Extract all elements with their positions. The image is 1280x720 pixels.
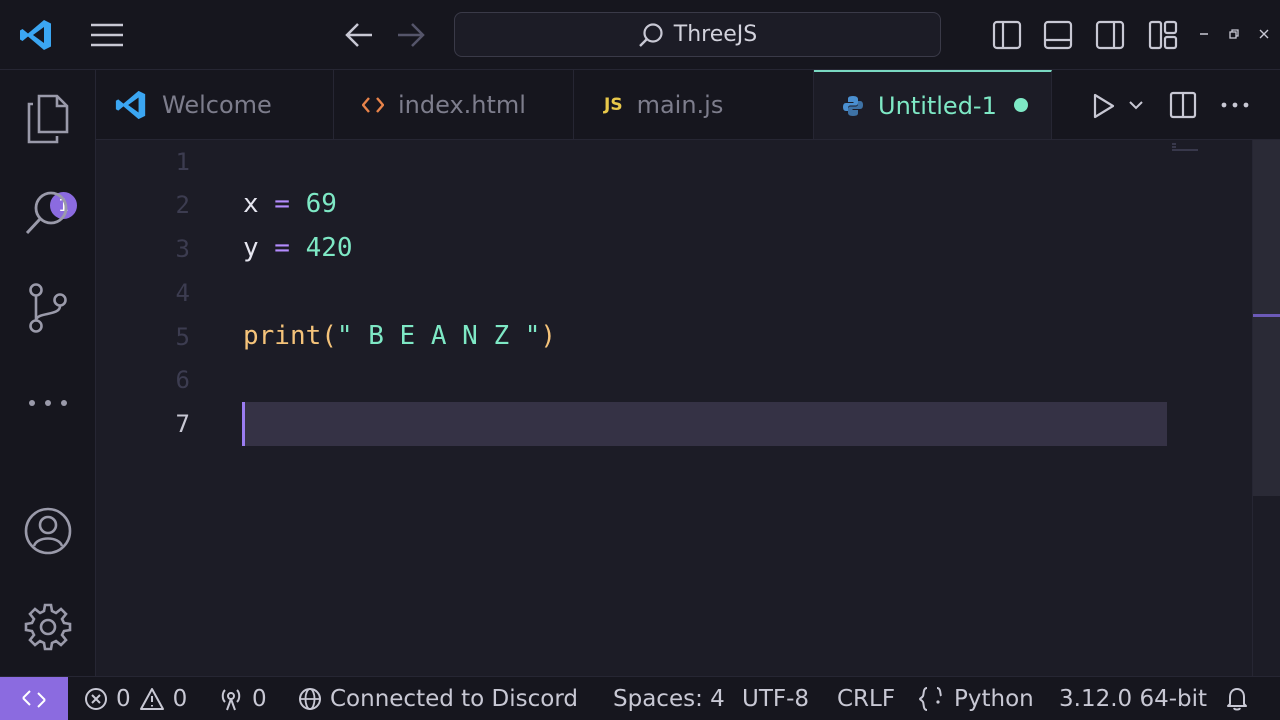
tab-label: Welcome [162, 90, 272, 119]
customize-layout-icon[interactable] [1148, 20, 1178, 50]
discord-status[interactable]: Connected to Discord [298, 677, 578, 720]
status-bar: 0 0 0 Connected to Discord Spaces: 4 UTF… [0, 676, 1280, 720]
current-line-highlight [242, 402, 1167, 446]
search-icon [638, 22, 664, 48]
line-number: 4 [175, 279, 190, 307]
vscode-logo-icon [114, 88, 148, 122]
notifications-bell-icon[interactable] [1225, 677, 1249, 720]
more-icon[interactable] [0, 398, 96, 408]
variable-y: y [243, 233, 259, 263]
unsaved-dot-icon[interactable] [1014, 98, 1028, 112]
python-interpreter[interactable]: 3.12.0 64-bit [1059, 677, 1207, 720]
ports-count: 0 [252, 686, 267, 712]
restore-icon[interactable] [1229, 29, 1239, 39]
problems-indicator[interactable]: 0 0 [84, 677, 187, 720]
line-number: 5 [175, 323, 190, 351]
code-editor[interactable]: 1 2 3 4 5 6 7 x = 69 y = 420 print(" B E… [96, 140, 1252, 676]
tab-label: index.html [398, 90, 526, 119]
run-icon[interactable] [1092, 93, 1116, 119]
forward-arrow-icon[interactable] [397, 22, 425, 48]
source-control-icon[interactable] [0, 282, 96, 334]
text-cursor [242, 402, 245, 446]
toggle-primary-sidebar-icon[interactable] [992, 20, 1022, 50]
scrollbar-thumb[interactable] [1253, 140, 1280, 496]
split-editor-icon[interactable] [1169, 91, 1197, 119]
back-arrow-icon[interactable] [345, 22, 373, 48]
tab-welcome[interactable]: Welcome [96, 70, 334, 139]
tab-main-js[interactable]: JS main.js [574, 70, 814, 139]
remote-indicator[interactable] [0, 677, 68, 720]
vscode-logo-icon[interactable] [18, 17, 54, 53]
tab-bar: Welcome index.html JS main.js Untitled-1 [96, 70, 1280, 140]
code-line-3[interactable]: y = 420 [243, 233, 353, 263]
close-icon[interactable] [1259, 29, 1269, 39]
number-literal: 420 [305, 233, 353, 263]
title-bar: ThreeJS [0, 0, 1280, 70]
warning-icon [139, 687, 165, 711]
error-icon [84, 687, 108, 711]
explorer-icon[interactable] [0, 94, 96, 144]
code-brackets-icon [362, 96, 384, 114]
command-center-search[interactable]: ThreeJS [454, 12, 941, 57]
search-icon[interactable] [0, 188, 96, 238]
activity-bar: 1 [0, 70, 96, 676]
closing-paren: ) [540, 321, 557, 351]
tab-label: Untitled-1 [878, 91, 997, 120]
function-call: print( [243, 321, 337, 351]
remote-icon [21, 688, 47, 710]
line-number: 6 [175, 366, 190, 394]
globe-icon [298, 687, 322, 711]
code-line-5[interactable]: print(" B E A N Z ") [243, 321, 556, 351]
toggle-secondary-sidebar-icon[interactable] [1095, 20, 1125, 50]
chevron-down-icon[interactable] [1128, 100, 1144, 110]
string-literal: " B E A N Z " [336, 321, 541, 351]
eol-status[interactable]: CRLF [837, 677, 895, 720]
line-number: 3 [175, 235, 190, 263]
language-label: Python [954, 686, 1034, 712]
error-count: 0 [116, 686, 131, 712]
minimap[interactable] [1172, 142, 1200, 152]
code-line-2[interactable]: x = 69 [243, 189, 337, 219]
braces-icon [918, 686, 946, 712]
warning-count: 0 [172, 686, 188, 712]
encoding-status[interactable]: UTF-8 [742, 677, 809, 720]
line-number-current: 7 [175, 410, 190, 438]
tab-label: main.js [636, 90, 724, 119]
line-number: 2 [175, 191, 190, 219]
python-file-icon [842, 95, 864, 117]
menu-icon[interactable] [90, 23, 124, 47]
search-text: ThreeJS [673, 22, 758, 47]
ports-indicator[interactable]: 0 [218, 677, 267, 720]
operator: = [258, 189, 306, 219]
operator: = [258, 233, 306, 263]
variable-x: x [243, 189, 259, 219]
js-file-icon: JS [604, 94, 623, 115]
scrollbar-cursor-marker [1253, 314, 1280, 317]
tab-index-html[interactable]: index.html [334, 70, 574, 139]
settings-gear-icon[interactable] [0, 602, 96, 652]
account-icon[interactable] [0, 506, 96, 556]
discord-status-text: Connected to Discord [330, 686, 579, 712]
language-mode[interactable]: Python [918, 677, 1034, 720]
minimize-icon[interactable] [1199, 31, 1209, 37]
line-number: 1 [175, 148, 190, 176]
broadcast-icon [218, 687, 244, 711]
number-literal: 69 [305, 189, 337, 219]
toggle-panel-icon[interactable] [1043, 20, 1073, 50]
indentation-status[interactable]: Spaces: 4 [613, 677, 725, 720]
more-actions-icon[interactable] [1221, 102, 1249, 108]
